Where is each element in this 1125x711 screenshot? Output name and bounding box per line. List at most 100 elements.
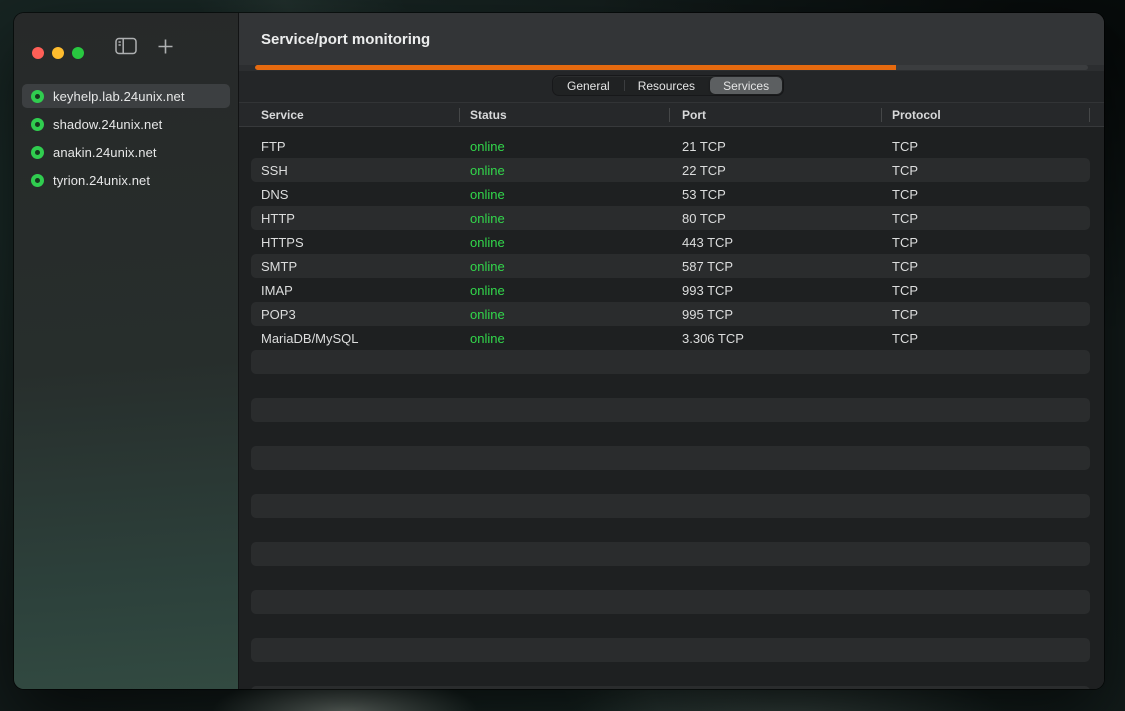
column-header-service[interactable]: Service <box>261 103 304 127</box>
table-row[interactable]: SSHonline22 TCPTCP <box>251 158 1090 182</box>
traffic-lights <box>32 47 84 59</box>
tab-strip: GeneralResourcesServices <box>239 71 1104 103</box>
table-row[interactable]: HTTPSonline443 TCPTCP <box>251 230 1090 254</box>
cell-protocol: TCP <box>892 259 1090 274</box>
cell-port: 587 TCP <box>682 259 892 274</box>
add-server-button[interactable] <box>150 31 180 61</box>
tab-resources[interactable]: Resources <box>624 76 709 95</box>
table-row-empty <box>251 638 1090 662</box>
sidebar-item-server[interactable]: tyrion.24unix.net <box>22 168 230 192</box>
table-row-empty <box>251 542 1090 566</box>
cell-service: FTP <box>251 139 470 154</box>
cell-port: 80 TCP <box>682 211 892 226</box>
column-header-status[interactable]: Status <box>470 103 507 127</box>
cell-port: 22 TCP <box>682 163 892 178</box>
cell-status: online <box>470 331 682 346</box>
server-status-dot-icon <box>31 90 44 103</box>
table-row-empty <box>251 518 1090 542</box>
cell-port: 53 TCP <box>682 187 892 202</box>
column-header-port[interactable]: Port <box>682 103 706 127</box>
service-table: FTPonline21 TCPTCPSSHonline22 TCPTCPDNSo… <box>239 127 1104 689</box>
cell-protocol: TCP <box>892 235 1090 250</box>
cell-protocol: TCP <box>892 139 1090 154</box>
table-row-empty <box>251 422 1090 446</box>
progress-bar-track <box>255 65 1088 70</box>
sidebar-toggle-icon <box>115 37 137 55</box>
cell-port: 995 TCP <box>682 307 892 322</box>
server-status-dot-icon <box>31 146 44 159</box>
table-row-empty <box>251 566 1090 590</box>
cell-service: HTTPS <box>251 235 470 250</box>
server-label: tyrion.24unix.net <box>53 173 150 188</box>
server-list: keyhelp.lab.24unix.net shadow.24unix.net a… <box>14 71 238 192</box>
progress-bar-fill <box>255 65 896 70</box>
title-bar: Service/port monitoring <box>239 13 1104 65</box>
cell-port: 21 TCP <box>682 139 892 154</box>
table-row[interactable]: POP3online995 TCPTCP <box>251 302 1090 326</box>
table-row-empty <box>251 662 1090 686</box>
table-row-empty <box>251 494 1090 518</box>
cell-protocol: TCP <box>892 187 1090 202</box>
column-header-protocol[interactable]: Protocol <box>892 103 941 127</box>
table-row[interactable]: HTTPonline80 TCPTCP <box>251 206 1090 230</box>
tab-control: GeneralResourcesServices <box>552 75 784 96</box>
sidebar-item-server[interactable]: keyhelp.lab.24unix.net <box>22 84 230 108</box>
tab-services[interactable]: Services <box>710 77 782 94</box>
table-row[interactable]: FTPonline21 TCPTCP <box>251 134 1090 158</box>
cell-status: online <box>470 211 682 226</box>
app-window: keyhelp.lab.24unix.net shadow.24unix.net a… <box>14 13 1104 689</box>
zoom-button[interactable] <box>72 47 84 59</box>
column-divider <box>669 108 670 122</box>
sidebar: keyhelp.lab.24unix.net shadow.24unix.net a… <box>14 13 239 689</box>
table-row[interactable]: MariaDB/MySQLonline3.306 TCPTCP <box>251 326 1090 350</box>
table-row[interactable]: SMTPonline587 TCPTCP <box>251 254 1090 278</box>
server-label: anakin.24unix.net <box>53 145 157 160</box>
cell-status: online <box>470 187 682 202</box>
cell-protocol: TCP <box>892 163 1090 178</box>
cell-protocol: TCP <box>892 307 1090 322</box>
cell-service: POP3 <box>251 307 470 322</box>
tab-general[interactable]: General <box>553 76 624 95</box>
cell-protocol: TCP <box>892 211 1090 226</box>
sidebar-toggle-button[interactable] <box>111 31 141 61</box>
table-row-empty <box>251 590 1090 614</box>
cell-service: IMAP <box>251 283 470 298</box>
table-row-empty <box>251 470 1090 494</box>
cell-protocol: TCP <box>892 283 1090 298</box>
table-row-empty <box>251 446 1090 470</box>
cell-port: 993 TCP <box>682 283 892 298</box>
cell-status: online <box>470 163 682 178</box>
cell-status: online <box>470 283 682 298</box>
sidebar-item-server[interactable]: anakin.24unix.net <box>22 140 230 164</box>
table-row-empty <box>251 350 1090 374</box>
cell-status: online <box>470 139 682 154</box>
column-divider <box>459 108 460 122</box>
sidebar-toolbar <box>14 13 238 71</box>
table-row-empty <box>251 686 1090 689</box>
cell-service: HTTP <box>251 211 470 226</box>
server-label: keyhelp.lab.24unix.net <box>53 89 185 104</box>
cell-status: online <box>470 235 682 250</box>
cell-protocol: TCP <box>892 331 1090 346</box>
sidebar-item-server[interactable]: shadow.24unix.net <box>22 112 230 136</box>
cell-status: online <box>470 307 682 322</box>
server-label: shadow.24unix.net <box>53 117 162 132</box>
page-title: Service/port monitoring <box>261 31 430 48</box>
cell-port: 443 TCP <box>682 235 892 250</box>
cell-service: DNS <box>251 187 470 202</box>
table-header: Service Status Port Protocol <box>239 103 1104 127</box>
close-button[interactable] <box>32 47 44 59</box>
cell-service: MariaDB/MySQL <box>251 331 470 346</box>
cell-status: online <box>470 259 682 274</box>
plus-icon <box>157 38 174 55</box>
minimize-button[interactable] <box>52 47 64 59</box>
column-divider <box>1089 108 1090 122</box>
main-pane: Service/port monitoring GeneralResources… <box>239 13 1104 689</box>
table-row[interactable]: DNSonline53 TCPTCP <box>251 182 1090 206</box>
table-row-empty <box>251 374 1090 398</box>
table-row[interactable]: IMAPonline993 TCPTCP <box>251 278 1090 302</box>
cell-service: SMTP <box>251 259 470 274</box>
table-row-empty <box>251 614 1090 638</box>
server-status-dot-icon <box>31 174 44 187</box>
table-row-empty <box>251 398 1090 422</box>
